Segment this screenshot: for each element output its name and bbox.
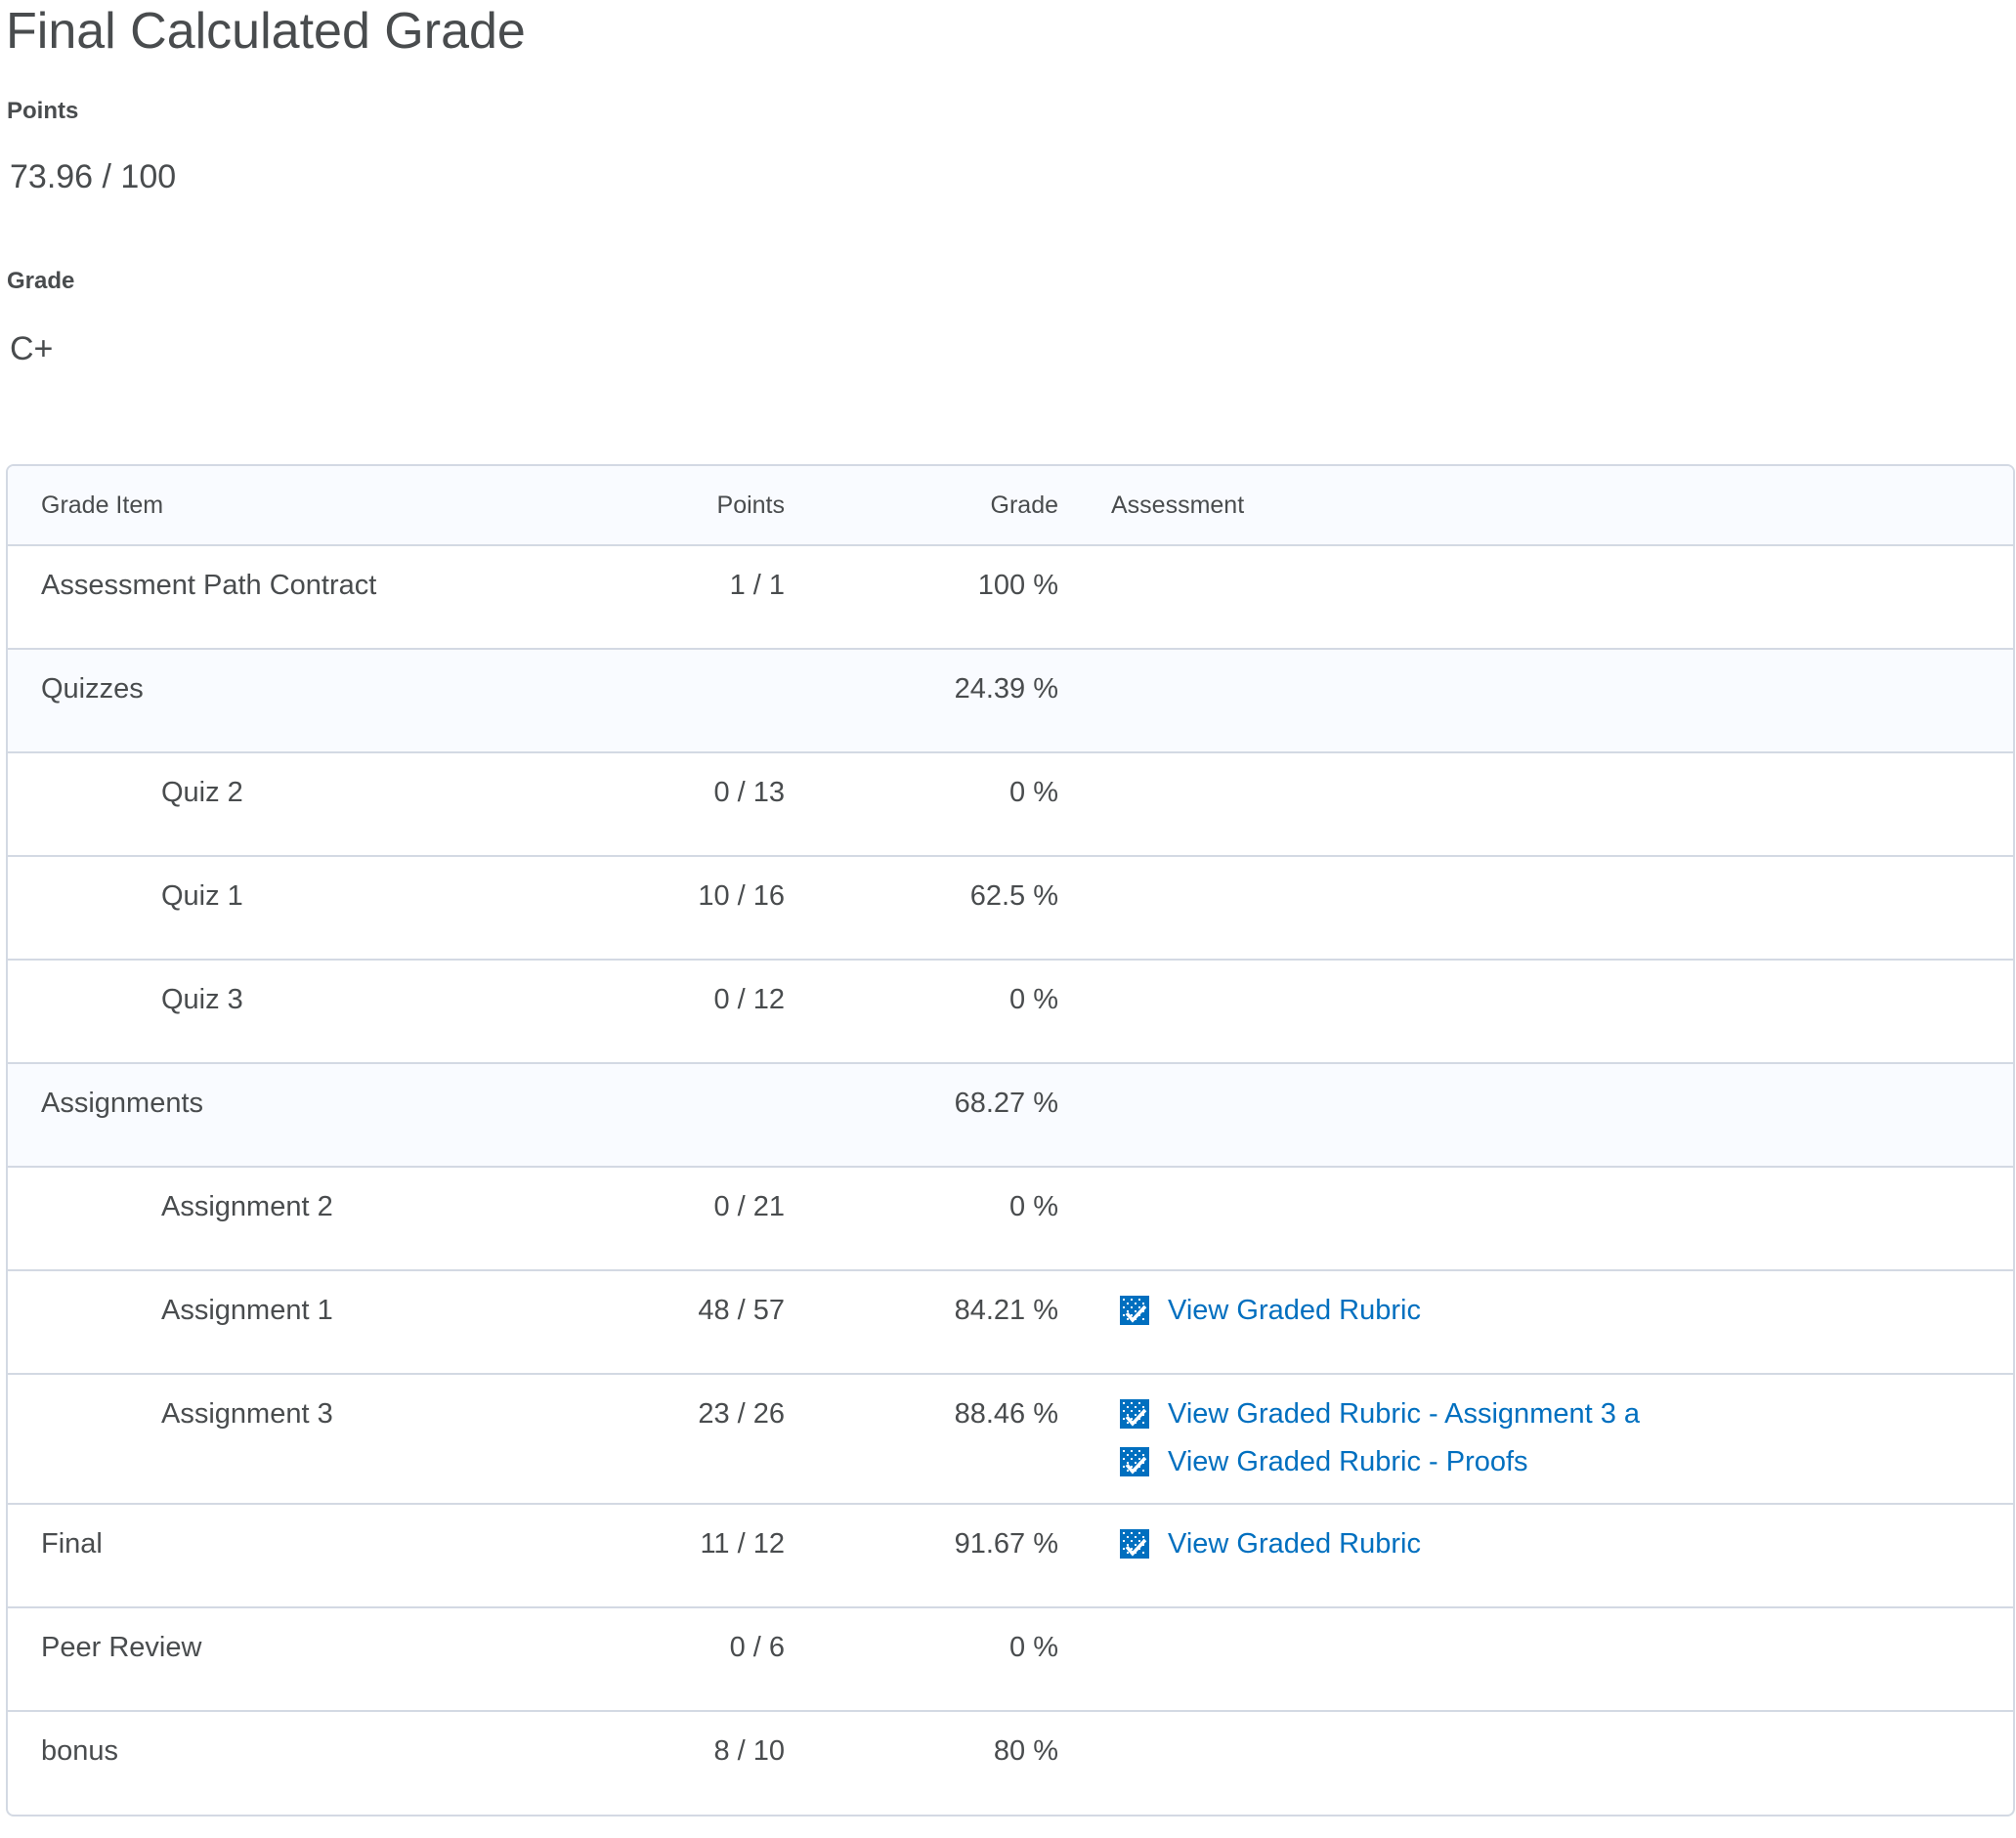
header-row: Grade Item Points Grade Assessment: [8, 466, 2013, 545]
grade-item-assessment: View Graded Rubric: [1058, 1270, 2013, 1374]
grade-item-points: [604, 649, 785, 752]
grade-item-name: Quizzes: [41, 673, 144, 705]
view-graded-rubric-label: View Graded Rubric - Assignment 3 a: [1168, 1397, 1641, 1430]
grade-item-name: Final: [41, 1528, 103, 1560]
grade-item-name: Quiz 3: [161, 984, 243, 1015]
grade-item-points: 0 / 13: [713, 777, 785, 808]
grade-item-grade: 91.67 %: [954, 1528, 1058, 1560]
table-row: Quiz 3 0 / 12 0 %: [8, 960, 2013, 1063]
view-graded-rubric-link[interactable]: View Graded Rubric: [1119, 1526, 2013, 1561]
rubric-icon: [1120, 1399, 1149, 1429]
category-row: Quizzes 24.39 %: [8, 649, 2013, 752]
grade-item-points: 48 / 57: [698, 1295, 785, 1326]
grade-item-grade: 88.46 %: [954, 1398, 1058, 1430]
grade-item-points: 0 / 6: [729, 1632, 785, 1663]
table-row: bonus 8 / 10 80 %: [8, 1711, 2013, 1815]
view-graded-rubric-link[interactable]: View Graded Rubric - Assignment 3 a: [1119, 1396, 2013, 1432]
table-row: Final 11 / 12 91.67 % View Graded Rubric: [8, 1504, 2013, 1607]
grade-item-points: 0 / 12: [713, 984, 785, 1015]
grade-item-points: 8 / 10: [713, 1735, 785, 1767]
rubric-icon: [1120, 1447, 1149, 1476]
points-value: 73.96 / 100: [10, 158, 177, 195]
column-header-assessment: Assessment: [1111, 491, 1245, 519]
grade-item-name: Assignment 3: [161, 1398, 333, 1430]
grade-item-name: Assignments: [41, 1088, 204, 1119]
grade-label: Grade: [7, 268, 75, 294]
view-graded-rubric-label: View Graded Rubric - Proofs: [1168, 1445, 1528, 1477]
grades-table-header: Grade Item Points Grade Assessment: [8, 466, 2013, 545]
grade-item-points: [604, 1063, 785, 1167]
grade-item-grade: 100 %: [977, 570, 1058, 601]
table-row: Quiz 1 10 / 16 62.5 %: [8, 856, 2013, 960]
table-row: Peer Review 0 / 6 0 %: [8, 1607, 2013, 1711]
grade-item-assessment: [1058, 649, 2013, 752]
grade-item-assessment: [1058, 960, 2013, 1063]
view-graded-rubric-label: View Graded Rubric: [1168, 1527, 1421, 1560]
grade-item-grade: 80 %: [993, 1735, 1058, 1767]
grade-item-assessment: [1058, 1607, 2013, 1711]
grade-item-assessment: View Graded Rubric - Assignment 3 a View …: [1058, 1374, 2013, 1504]
grade-item-points: 10 / 16: [698, 880, 785, 912]
grade-item-assessment: [1058, 1711, 2013, 1815]
grade-item-assessment: [1058, 1167, 2013, 1270]
page-title: Final Calculated Grade: [6, 3, 526, 60]
grade-item-grade: 0 %: [1009, 984, 1058, 1015]
grade-item-name: Assignment 1: [161, 1295, 333, 1326]
grade-item-name: Peer Review: [41, 1632, 202, 1663]
grade-item-points: 23 / 26: [698, 1398, 785, 1430]
grades-table-container: Grade Item Points Grade Assessment Asses…: [6, 464, 2015, 1817]
column-header-points: Points: [716, 491, 785, 519]
grade-item-name: Assignment 2: [161, 1191, 333, 1222]
grade-item-name: Quiz 1: [161, 880, 243, 912]
grade-item-grade: 24.39 %: [954, 673, 1058, 705]
table-row: Assessment Path Contract 1 / 1 100 %: [8, 545, 2013, 649]
rubric-icon: [1120, 1296, 1149, 1325]
table-row: Assignment 3 23 / 26 88.46 % View Graded Ru…: [8, 1374, 2013, 1504]
table-row: Quiz 2 0 / 13 0 %: [8, 752, 2013, 856]
grade-item-grade: 62.5 %: [969, 880, 1058, 912]
view-graded-rubric-label: View Graded Rubric: [1168, 1294, 1421, 1326]
grade-item-assessment: [1058, 545, 2013, 649]
grade-item-name: Assessment Path Contract: [41, 570, 377, 601]
grade-item-points: 11 / 12: [700, 1528, 785, 1560]
grade-item-grade: 0 %: [1009, 777, 1058, 808]
grade-item-points: 0 / 21: [713, 1191, 785, 1222]
grade-item-assessment: [1058, 856, 2013, 960]
table-row: Assignment 2 0 / 21 0 %: [8, 1167, 2013, 1270]
view-graded-rubric-link[interactable]: View Graded Rubric: [1119, 1293, 2013, 1328]
table-row: Assignment 1 48 / 57 84.21 % View Graded Ru…: [8, 1270, 2013, 1374]
grade-item-grade: 84.21 %: [954, 1295, 1058, 1326]
grade-item-assessment: [1058, 752, 2013, 856]
grade-item-grade: 68.27 %: [954, 1088, 1058, 1119]
grade-item-name: bonus: [41, 1735, 119, 1767]
category-row: Assignments 68.27 %: [8, 1063, 2013, 1167]
points-label: Points: [7, 98, 79, 124]
column-header-grade-item: Grade Item: [41, 491, 164, 519]
grade-value: C+: [10, 330, 54, 367]
grades-table-body: Assessment Path Contract 1 / 1 100 % Quizze…: [8, 545, 2013, 1815]
grade-item-assessment: [1058, 1063, 2013, 1167]
rubric-icon: [1120, 1529, 1149, 1559]
grade-item-points: 1 / 1: [729, 570, 785, 601]
grades-table: Grade Item Points Grade Assessment Asses…: [8, 466, 2013, 1815]
grade-item-assessment: View Graded Rubric: [1058, 1504, 2013, 1607]
column-header-grade: Grade: [990, 491, 1058, 519]
grade-item-grade: 0 %: [1009, 1191, 1058, 1222]
view-graded-rubric-link[interactable]: View Graded Rubric - Proofs: [1119, 1444, 2013, 1479]
grade-item-grade: 0 %: [1009, 1632, 1058, 1663]
grade-item-name: Quiz 2: [161, 777, 243, 808]
